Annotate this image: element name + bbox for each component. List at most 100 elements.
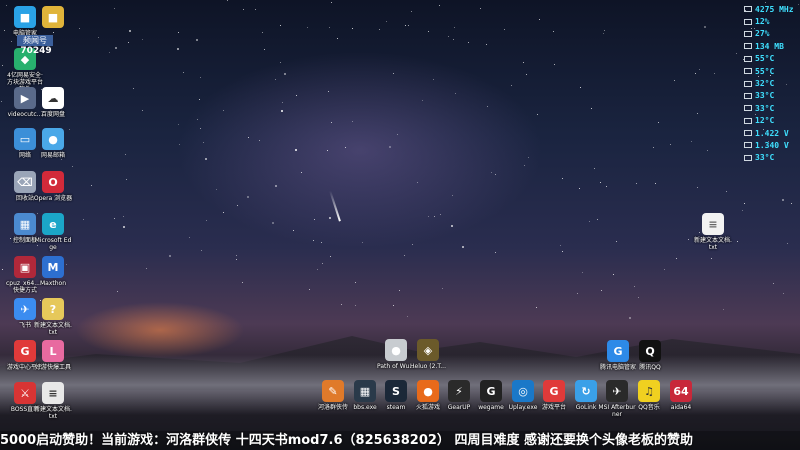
- star: [405, 25, 406, 26]
- star: [697, 113, 698, 114]
- hw-value: 55°C: [755, 66, 775, 76]
- star: [613, 274, 614, 275]
- star: [355, 282, 356, 283]
- gpu-voltage-icon: [744, 142, 752, 149]
- star: [655, 183, 656, 184]
- star: [523, 62, 524, 63]
- star: [491, 172, 492, 173]
- star: [468, 42, 469, 43]
- star: [247, 196, 249, 198]
- desktop-icon-lal4[interactable]: L 好游快爆工具: [33, 340, 73, 371]
- star: [537, 114, 538, 115]
- star: [422, 100, 423, 101]
- desktop-text-file[interactable]: ≡ 新建文本文档.txt: [693, 213, 733, 251]
- desktop-icon-edge[interactable]: e Microsoft Edge: [33, 213, 73, 251]
- star: [604, 30, 605, 31]
- star: [434, 216, 435, 217]
- desktop-icon-maxthon[interactable]: M Maxthon: [33, 256, 73, 287]
- star: [331, 2, 332, 3]
- star: [636, 183, 637, 184]
- desktop-icon-baidu-pan[interactable]: ☁ 百度网盘: [33, 87, 73, 118]
- star: [688, 239, 689, 240]
- board-temp-icon: [744, 80, 752, 87]
- star: [296, 95, 297, 96]
- desktop-icon-label: 新建文本文档.txt: [34, 322, 72, 336]
- star: [455, 93, 456, 94]
- desktop-icon-label: 网易邮箱: [40, 152, 65, 159]
- star: [791, 203, 792, 204]
- edge-icon: e: [42, 213, 64, 235]
- star: [322, 263, 323, 264]
- star: [178, 124, 179, 125]
- star: [126, 179, 127, 180]
- star: [560, 245, 561, 246]
- star: [707, 150, 708, 151]
- star: [146, 268, 147, 269]
- star: [114, 218, 115, 219]
- star: [562, 178, 563, 179]
- desktop-text-file-label: 新建文本文档.txt: [694, 237, 732, 251]
- star: [742, 210, 743, 211]
- desktop-icon-aida64[interactable]: 64 aida64: [661, 380, 701, 411]
- hw-value: 1.422 V: [755, 128, 789, 138]
- star: [393, 73, 394, 74]
- star: [594, 168, 595, 169]
- desktop-icon-heluo[interactable]: ◈ Heluo (2.T...: [408, 339, 448, 370]
- star: [177, 48, 179, 50]
- desktop-icon-folder[interactable]: ■: [33, 6, 73, 30]
- star: [255, 9, 256, 10]
- star: [397, 134, 398, 135]
- star: [83, 219, 84, 220]
- star: [526, 74, 527, 75]
- star: [723, 309, 724, 310]
- desktop-icon-file[interactable]: ≡ 新建文本文档.txt: [33, 382, 73, 420]
- star: [664, 269, 665, 270]
- steam-icon: S: [385, 380, 407, 402]
- desktop-icon-browser2[interactable]: ● 网易邮箱: [33, 128, 73, 159]
- disk3-temp-icon: [744, 117, 752, 124]
- star: [577, 293, 578, 294]
- star: [553, 31, 554, 32]
- star: [1, 101, 2, 102]
- star: [487, 106, 488, 107]
- star: [321, 242, 322, 243]
- star: [495, 174, 496, 175]
- star: [726, 191, 727, 192]
- star: [109, 52, 110, 53]
- golink-icon: ↻: [575, 380, 597, 402]
- hw-value: 12°C: [755, 116, 775, 126]
- star: [329, 27, 330, 28]
- star: [744, 203, 745, 204]
- cpu-temp-icon: [744, 55, 752, 62]
- star: [206, 220, 207, 221]
- star: [341, 304, 342, 305]
- star: [591, 108, 592, 109]
- star: [452, 195, 453, 196]
- text-file-icon: ≡: [702, 213, 724, 235]
- hw-value: 4275 MHz: [755, 4, 794, 14]
- desktop-icon-notes[interactable]: ? 新建文本文档.txt: [33, 298, 73, 336]
- star: [454, 27, 455, 28]
- star: [379, 29, 380, 30]
- star: [125, 154, 126, 155]
- star: [115, 47, 117, 49]
- tencent-game-icon: G: [543, 380, 565, 402]
- star: [428, 216, 429, 217]
- star: [337, 38, 338, 39]
- hw-row: 12°C: [744, 115, 800, 127]
- star: [603, 33, 604, 34]
- star: [442, 288, 443, 289]
- star: [404, 255, 405, 256]
- star: [72, 166, 73, 167]
- star: [317, 269, 318, 270]
- star: [196, 39, 198, 41]
- stream-ticker: 5000启动赞助！当前游戏：河洛群侠传 十四天书mod7.6（825638202…: [0, 431, 800, 450]
- desktop-icon-opera[interactable]: O Opera 浏览器: [33, 171, 73, 202]
- gearup-icon: ⚡: [448, 380, 470, 402]
- desktop-icon-qq[interactable]: Q 腾讯QQ: [630, 340, 670, 371]
- star: [629, 317, 631, 319]
- star: [412, 244, 413, 245]
- bbs-icon: ▦: [354, 380, 376, 402]
- star: [275, 185, 277, 187]
- star: [606, 186, 607, 187]
